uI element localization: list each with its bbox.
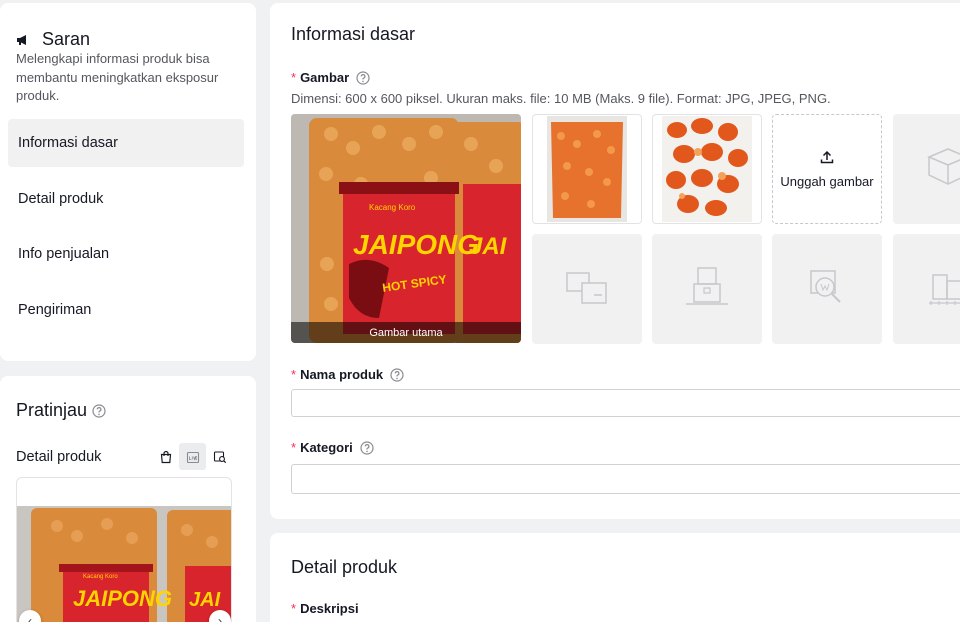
upload-icon xyxy=(819,149,835,170)
packages-placeholder-icon xyxy=(564,267,610,312)
main-product-name-text: Kacang Koro xyxy=(369,203,416,212)
image-slot-packages[interactable] xyxy=(532,234,642,344)
help-icon[interactable] xyxy=(360,440,374,455)
description-label-text: Deskripsi xyxy=(300,601,359,616)
box-placeholder-icon xyxy=(925,145,960,194)
weight-zoom-placeholder-icon xyxy=(805,265,849,314)
image-slot-box[interactable] xyxy=(893,114,960,224)
preview-brand-mini-text: Kacang Koro xyxy=(83,574,118,580)
preview-title: Pratinjau xyxy=(16,400,88,420)
image-slot-measure[interactable] xyxy=(893,234,960,344)
megaphone-icon xyxy=(16,32,36,48)
svg-text:JAI: JAI xyxy=(469,233,508,260)
nav-item-informasi-dasar[interactable]: Informasi dasar xyxy=(8,119,244,167)
shopping-bag-icon[interactable] xyxy=(152,443,179,470)
detail-title: Detail produk xyxy=(291,557,398,577)
main-brand-text: JAIPONG xyxy=(353,229,479,260)
suggestion-title: Saran xyxy=(42,29,91,49)
main-product-image[interactable]: Kacang Koro JAIPONG JAI HOT SPICY Gambar… xyxy=(291,114,521,343)
preview-header: Pratinjau xyxy=(16,400,106,421)
image-requirements: Dimensi: 600 x 600 piksel. Ukuran maks. … xyxy=(291,91,831,106)
nav-item-info-penjualan[interactable]: Info penjualan xyxy=(8,230,244,278)
product-preview-frame: Kacang Koro JAIPONG JAI ‹ › xyxy=(16,477,232,622)
detail-card: Detail produk * Deskripsi xyxy=(270,533,960,622)
category-label-text: Kategori xyxy=(300,440,353,455)
live-icon[interactable] xyxy=(179,443,206,470)
preview-view-toggle xyxy=(152,443,233,470)
section-nav: Informasi dasar Detail produk Info penju… xyxy=(8,119,244,341)
image-slot-scale[interactable] xyxy=(652,234,762,344)
search-card-icon[interactable] xyxy=(206,443,233,470)
category-label: * Kategori xyxy=(291,440,374,455)
image-label-text: Gambar xyxy=(300,70,350,85)
suggestion-description: Melengkapi informasi produk bisa membant… xyxy=(16,51,219,103)
required-asterisk: * xyxy=(291,70,297,85)
measure-placeholder-icon xyxy=(925,267,960,312)
required-asterisk: * xyxy=(291,601,297,616)
help-icon[interactable] xyxy=(390,367,404,382)
suggestion-nav-card: Saran Melengkapi informasi produk bisa m… xyxy=(0,3,256,361)
preview-product-image: Kacang Koro JAIPONG JAI xyxy=(17,506,231,622)
basic-info-title: Informasi dasar xyxy=(291,24,416,44)
scale-placeholder-icon xyxy=(682,264,732,315)
help-icon[interactable] xyxy=(356,70,370,85)
image-slot-weight[interactable] xyxy=(772,234,882,344)
suggestion-header: Saran xyxy=(16,29,90,50)
product-name-input[interactable] xyxy=(291,389,960,417)
description-label: * Deskripsi xyxy=(291,601,359,616)
upload-image-button[interactable]: Unggah gambar xyxy=(772,114,882,224)
svg-text:JAI: JAI xyxy=(189,589,221,611)
main-image-caption: Gambar utama xyxy=(291,322,521,343)
basic-info-card: Informasi dasar * Gambar Dimensi: 600 x … xyxy=(270,3,960,519)
required-asterisk: * xyxy=(291,440,297,455)
product-name-label-text: Nama produk xyxy=(300,367,384,382)
image-field-label: * Gambar xyxy=(291,70,370,85)
nav-item-pengiriman[interactable]: Pengiriman xyxy=(8,286,244,334)
required-asterisk: * xyxy=(291,367,297,382)
nav-item-detail-produk[interactable]: Detail produk xyxy=(8,175,244,223)
product-image-2[interactable] xyxy=(532,114,642,224)
upload-image-label: Unggah gambar xyxy=(780,174,874,189)
category-select[interactable] xyxy=(291,464,960,494)
preview-card: Pratinjau Detail produk Kacang Koro JAIP… xyxy=(0,376,256,622)
product-name-label: * Nama produk xyxy=(291,367,404,382)
product-image-3[interactable] xyxy=(652,114,762,224)
help-icon[interactable] xyxy=(92,403,106,418)
preview-subtitle: Detail produk xyxy=(16,449,102,465)
preview-brand-text: JAIPONG xyxy=(73,586,172,611)
